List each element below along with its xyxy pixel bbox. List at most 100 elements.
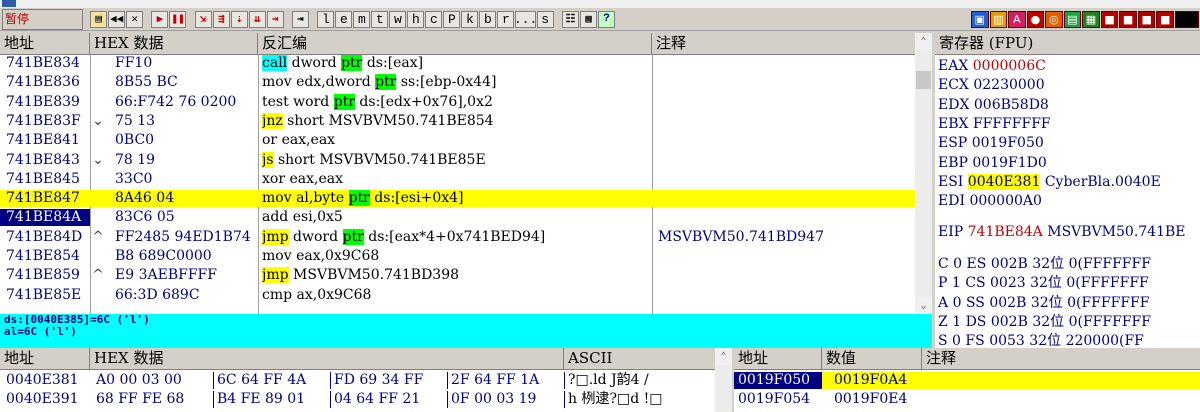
col-header-comment[interactable]: 注释	[652, 33, 916, 55]
plugin-icon-8[interactable]: ■	[1100, 10, 1119, 28]
disasm-instruction[interactable]: mov eax,0x9C68	[262, 248, 650, 265]
disasm-address[interactable]: 741BE836	[0, 74, 90, 91]
run-icon[interactable]: ▶	[151, 10, 169, 28]
disasm-instruction[interactable]: add esi,0x5	[262, 209, 650, 226]
register-row[interactable]: EBP 0019F1D0	[935, 154, 1200, 173]
disasm-address[interactable]: 741BE84D	[0, 229, 90, 246]
disasm-comment[interactable]	[658, 171, 914, 188]
register-value[interactable]: 0019F050	[972, 135, 1044, 151]
step-over-icon[interactable]: ⇶	[212, 10, 230, 28]
modules-window-button[interactable]: e	[335, 10, 353, 28]
disasm-comment[interactable]: MSVBVM50.741BD947	[658, 229, 914, 246]
scroll-thumb[interactable]	[916, 71, 931, 89]
register-value[interactable]: 0000006C	[973, 58, 1046, 74]
register-row[interactable]: ECX 02230000	[935, 76, 1200, 95]
disasm-row[interactable]: 741BE859 ^ E9 3AEBFFFF jmp MSVBVM50.741BD39…	[0, 267, 915, 284]
stack-comment[interactable]	[926, 372, 1196, 389]
register-value[interactable]: FFFFFFFF	[973, 116, 1051, 132]
disasm-comment[interactable]	[658, 55, 914, 72]
list-icon[interactable]: ☷	[562, 10, 580, 28]
disasm-instruction[interactable]: or eax,eax	[262, 132, 650, 149]
threads-window-button[interactable]: t	[371, 10, 389, 28]
disasm-instruction[interactable]: test word ptr ds:[edx+0x76],0x2	[262, 93, 650, 111]
disasm-address[interactable]: 741BE859	[0, 267, 90, 284]
disasm-comment[interactable]	[658, 74, 914, 91]
flag-value[interactable]: 1	[952, 275, 961, 291]
stack-header-address[interactable]: 地址	[734, 348, 822, 370]
disasm-scrollbar[interactable]: ⌃ ⌄	[915, 33, 932, 314]
plugin-icon-7[interactable]: ▦	[1082, 10, 1100, 28]
disasm-row[interactable]: 741BE839 66:F742 76 0200 test word ptr ds:…	[0, 93, 915, 111]
patches-window-button[interactable]: P	[443, 10, 461, 28]
disasm-instruction[interactable]: jmp dword ptr ds:[eax*4+0x741BED94]	[262, 228, 650, 246]
disasm-instruction[interactable]: call dword ptr ds:[eax]	[262, 55, 650, 72]
stack-comment[interactable]	[926, 391, 1196, 408]
stack-header-value[interactable]: 数值	[822, 348, 922, 370]
disasm-instruction[interactable]: jmp MSVBVM50.741BD398	[262, 267, 650, 284]
step-into-icon[interactable]: ⇲	[194, 10, 212, 28]
register-value[interactable]: 02230000	[973, 77, 1044, 93]
help-icon[interactable]: ?	[598, 10, 616, 28]
disasm-comment[interactable]	[658, 287, 914, 304]
disasm-address[interactable]: 741BE834	[0, 55, 90, 72]
register-row[interactable]: EAX 0000006C	[935, 57, 1200, 76]
register-row[interactable]: EBX FFFFFFFF	[935, 115, 1200, 134]
disasm-address[interactable]: 741BE843	[0, 152, 90, 169]
plugin-icon-5[interactable]: ◎	[1045, 10, 1063, 28]
dump-hex-group[interactable]: 0F 00 03 19	[447, 391, 560, 408]
dump-ascii[interactable]: ?□.ld J韵4 /	[564, 372, 714, 389]
disasm-instruction[interactable]: mov edx,dword ptr ss:[ebp-0x44]	[262, 74, 650, 91]
flag-segment-row[interactable]: S 0 FS 0053 32位 220000(FF	[935, 332, 1200, 348]
col-header-address[interactable]: 地址	[0, 33, 90, 55]
registers-pane[interactable]: 寄存器 (FPU) EAX 0000006C ECX 02230000 EDX 00…	[935, 33, 1200, 348]
dump-header-hex[interactable]: HEX 数据	[90, 348, 564, 370]
register-value[interactable]: 006B58D8	[974, 97, 1049, 113]
scroll-down-icon[interactable]: ⌄	[915, 297, 932, 314]
dump-address[interactable]: 0040E381	[0, 372, 90, 389]
disasm-comment[interactable]	[658, 267, 914, 284]
register-row[interactable]: EDX 006B58D8	[935, 96, 1200, 115]
breakpoints-window-button[interactable]: b	[479, 10, 497, 28]
dump-hex-group[interactable]: A0 00 03 00	[96, 372, 209, 389]
rewind-icon[interactable]: ◀◀	[108, 10, 126, 28]
disasm-row[interactable]: 741BE843 ⌄ 78 19 js short MSVBVM50.741BE85E	[0, 151, 915, 169]
dump-hex-group[interactable]: 68 FF FE 68	[96, 391, 209, 408]
dump-hex-group[interactable]: 04 64 FF 21	[330, 391, 443, 408]
plugin-icon-12[interactable]	[1174, 10, 1199, 28]
disasm-row[interactable]: 741BE847 8A46 04 mov al,byte ptr ds:[esi+0…	[0, 190, 915, 208]
flag-segment-row[interactable]: A 0 SS 002B 32位 0(FFFFFFF	[935, 294, 1200, 313]
col-header-disasm[interactable]: 反汇编	[258, 33, 652, 55]
register-row[interactable]: ESI 0040E381 CyberBla.0040E	[935, 173, 1200, 192]
disasm-row[interactable]: 741BE845 33C0 xor eax,eax	[0, 171, 915, 188]
dump-address[interactable]: 0040E391	[0, 391, 90, 408]
disassembly-pane[interactable]: 地址 HEX 数据 反汇编 注释 741BE834 FF10 call dword …	[0, 33, 932, 314]
disasm-row[interactable]: 741BE841 0BC0 or eax,eax	[0, 132, 915, 149]
source-window-button[interactable]: s	[536, 10, 554, 28]
plugin-icon-9[interactable]: ■	[1119, 10, 1137, 28]
flag-value[interactable]: 0	[953, 295, 962, 311]
stack-value[interactable]: 0019F0A4	[834, 372, 922, 389]
dump-row[interactable]: 0040E391 68 FF FE 68 B4 FE 89 01 04 64 FF 2…	[0, 391, 715, 408]
disasm-row[interactable]: 741BE85E 66:3D 689C cmp ax,0x9C68	[0, 287, 915, 304]
register-value[interactable]: 0040E381	[967, 173, 1041, 190]
stack-header-comment[interactable]: 注释	[922, 348, 1200, 370]
disasm-address[interactable]: 741BE847	[0, 190, 90, 207]
log-window-button[interactable]: l	[317, 10, 335, 28]
register-value[interactable]: 741BE84A	[968, 224, 1043, 240]
disasm-comment[interactable]	[658, 152, 914, 169]
disasm-instruction[interactable]: jnz short MSVBVM50.741BE854	[262, 112, 650, 130]
cpu-window-button[interactable]: c	[425, 10, 443, 28]
plugin-icon-11[interactable]: ■	[1156, 10, 1174, 28]
disasm-address[interactable]: 741BE84A	[0, 209, 90, 227]
disasm-instruction[interactable]: js short MSVBVM50.741BE85E	[262, 151, 650, 169]
open-icon[interactable]: ▤	[90, 10, 108, 28]
disasm-address[interactable]: 741BE854	[0, 248, 90, 265]
dump-scroll-up-icon[interactable]: ⌃	[715, 348, 732, 365]
dump-hex-group[interactable]: FD 69 34 FF	[330, 372, 443, 389]
flag-segment-row[interactable]: Z 1 DS 002B 32位 0(FFFFFFF	[935, 313, 1200, 332]
flag-value[interactable]: 0	[952, 333, 961, 348]
stack-row[interactable]: 0019F054 0019F0E4	[734, 391, 1200, 408]
trace-over-icon[interactable]: ⇊	[248, 10, 266, 28]
register-value[interactable]: 000000A0	[969, 193, 1041, 209]
dump-ascii[interactable]: h 栵逮?□d !□	[564, 391, 714, 408]
